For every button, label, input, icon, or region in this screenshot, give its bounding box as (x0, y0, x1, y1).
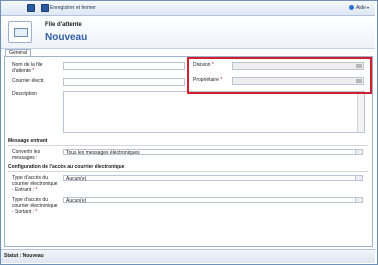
owner-label-text: Propriétaire (193, 77, 219, 83)
incoming-section-title: Message entrant (8, 138, 48, 144)
lookup-icon[interactable] (356, 64, 362, 68)
required-marker: * (35, 187, 38, 193)
chevron-down-icon[interactable]: ▾ (367, 5, 369, 10)
division-label: Division * (193, 62, 214, 68)
owner-label: Propriétaire * (193, 77, 222, 83)
description-label: Description (12, 91, 38, 97)
section-divider (8, 171, 368, 172)
form-header: File d'attente Nouveau (1, 16, 375, 49)
save-and-close-icon[interactable] (41, 4, 49, 12)
chevron-down-icon[interactable] (355, 198, 362, 202)
required-marker: * (32, 68, 35, 74)
record-title: Nouveau (45, 32, 88, 43)
queue-glyph (14, 28, 28, 37)
required-marker: * (35, 209, 38, 215)
owner-lookup[interactable] (232, 77, 364, 85)
scrollbar[interactable] (357, 92, 364, 132)
outgoing-access-label: Type d'accès du courrier électronique - … (12, 197, 60, 215)
email-input[interactable] (63, 78, 185, 86)
required-marker: * (220, 77, 223, 83)
queue-icon (8, 21, 32, 43)
required-marker: * (211, 62, 214, 68)
status-bar: Statut : Nouveau (1, 249, 375, 263)
incoming-access-label: Type d'accès du courrier électronique - … (12, 175, 60, 193)
status-text: Statut : Nouveau (4, 253, 44, 259)
entity-type: File d'attente (45, 22, 82, 28)
toolbar: Enregistrer et fermer Aide ▾ (1, 1, 375, 16)
convert-select-value: Tous les messages électroniques (66, 150, 140, 156)
section-divider (8, 145, 368, 146)
chevron-down-icon[interactable] (355, 176, 362, 180)
queue-name-input[interactable] (63, 62, 185, 70)
convert-select[interactable]: Tous les messages électroniques (63, 149, 363, 156)
chevron-down-icon[interactable] (355, 150, 362, 154)
incoming-access-select[interactable]: Aucun(e) (63, 175, 363, 182)
email-label: Courrier électr. (12, 78, 45, 84)
save-and-close-button[interactable]: Enregistrer et fermer (50, 5, 96, 11)
queue-name-label: Nom de la file d'attente * (12, 62, 54, 74)
email-config-section-title: Configuration de l'accès au courrier éle… (8, 164, 125, 170)
outgoing-access-select[interactable]: Aucun(e) (63, 197, 363, 204)
division-lookup[interactable] (232, 62, 364, 70)
convert-label: Convertir les messages : (12, 149, 41, 161)
outgoing-access-value: Aucun(e) (66, 198, 87, 204)
save-icon[interactable] (27, 4, 35, 12)
tab-bar: Général (1, 48, 375, 57)
help-icon[interactable] (349, 5, 354, 10)
help-button[interactable]: Aide (356, 5, 366, 11)
description-textarea[interactable] (63, 91, 365, 133)
incoming-access-value: Aucun(e) (66, 176, 87, 182)
queue-name-label-text: Nom de la file d'attente (12, 62, 43, 74)
lookup-icon[interactable] (356, 79, 362, 83)
division-label-text: Division (193, 62, 211, 68)
